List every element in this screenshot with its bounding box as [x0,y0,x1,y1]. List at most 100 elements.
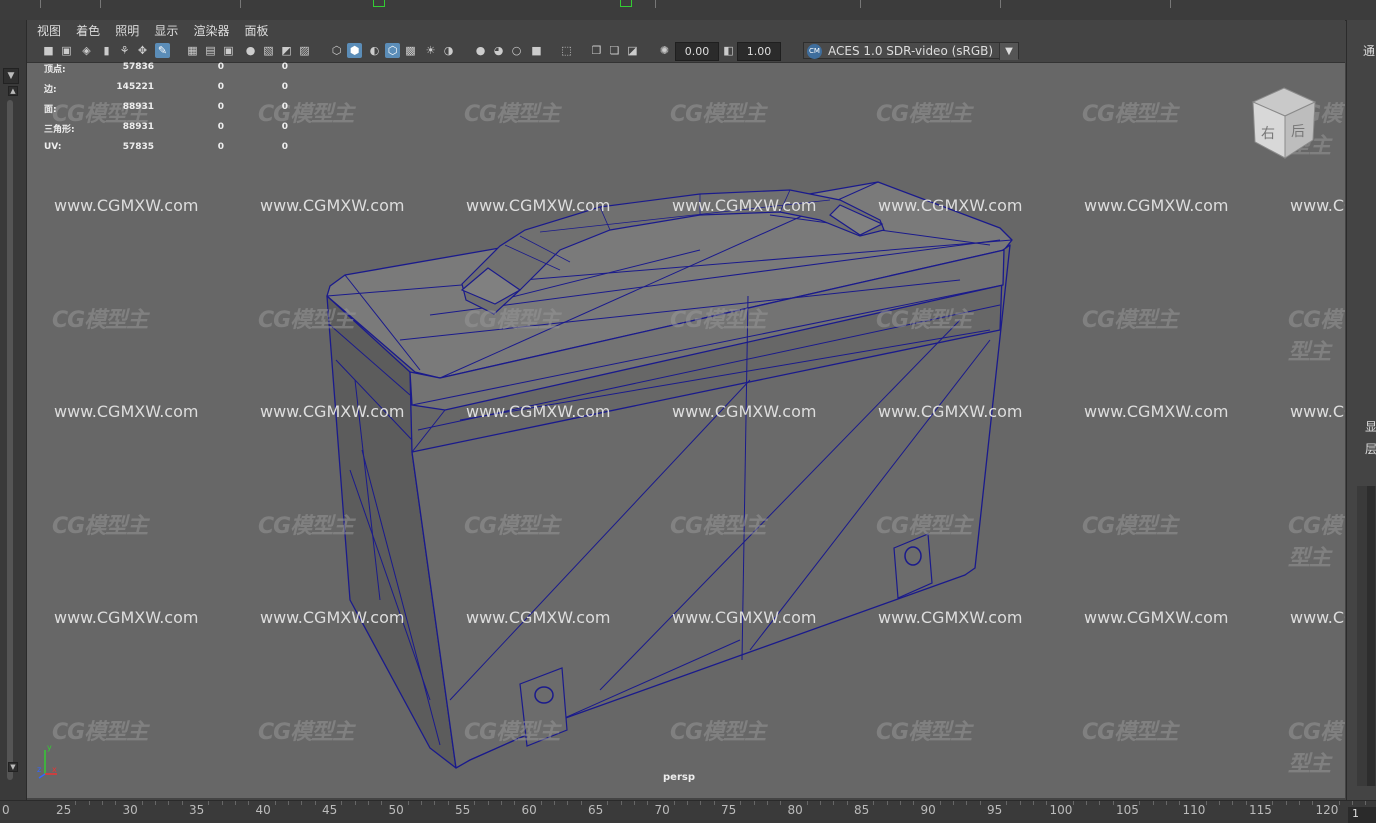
menu-lighting[interactable]: 照明 [115,21,139,41]
ruler-number: 100 [1049,803,1073,817]
safe-action-icon[interactable]: ◩ [279,43,294,58]
2d-pan-icon[interactable]: ✥ [135,43,150,58]
ruler-tick [75,801,77,805]
viewcube-face-back[interactable]: 后 [1291,124,1305,140]
ruler-number: 45 [322,803,338,817]
film-gate-icon[interactable]: ▤ [203,43,218,58]
ruler-tick [1312,801,1314,805]
current-frame-field[interactable]: 1 [1348,807,1376,823]
gamma-icon[interactable]: ◧ [721,43,736,58]
xray-joints-icon[interactable]: ❏ [607,43,622,58]
display-tab[interactable]: 显 [1365,418,1376,435]
exposure-field[interactable]: 0.00 [675,42,719,61]
suitcase-wireframe[interactable] [27,20,1345,798]
top-strip [0,0,1376,21]
left-scrollbar[interactable] [7,100,13,780]
camera-attr-icon[interactable]: ▣ [59,43,74,58]
ruler-tick [301,801,303,805]
ruler-tick [115,801,117,805]
menu-show[interactable]: 显示 [154,21,178,41]
ruler-tick [753,801,755,805]
ruler-tick [607,801,609,805]
ruler-tick [766,801,768,805]
gate-mask-icon[interactable]: ● [243,43,258,58]
isolate-icon[interactable]: ⬚ [559,43,574,58]
menu-panels[interactable]: 面板 [245,21,269,41]
ruler-number: 105 [1116,803,1139,817]
grease-pencil-icon[interactable]: ✎ [155,43,170,58]
ruler-tick [1086,801,1088,805]
xray-active-icon[interactable]: ◪ [625,43,640,58]
viewport-panel[interactable]: CG模型主 www.CGMXW.com CG模型主 www.CGMXW.com CG模型… [27,20,1345,798]
ruler-number: 85 [854,803,870,817]
top-tick [1000,0,1001,8]
anti-alias-icon[interactable]: ○ [509,43,524,58]
panel-toolbar: ■ ▣ ◈ ▮ ⚘ ✥ ✎ ▦ ▤ ▣ ● ▧ ◩ ▨ ⬡ ⬢ ◐ ⬡ ▩ ☀ … [27,40,1345,63]
layer-tab[interactable]: 层 [1365,440,1376,457]
ruler-tick [687,801,689,805]
color-management-icon[interactable]: CM [807,44,822,59]
ruler-tick [1365,801,1367,805]
ruler-tick [979,801,981,805]
image-plane-icon[interactable]: ⚘ [117,43,132,58]
camera-icon[interactable]: ■ [41,43,56,58]
default-material-icon[interactable]: ◐ [367,43,382,58]
field-chart-icon[interactable]: ▧ [261,43,276,58]
ruler-tick [833,801,835,805]
xray-icon[interactable]: ❐ [589,43,604,58]
right-panel: 通 显 层 [1346,20,1376,800]
range-marker [373,0,385,7]
bookmark-icon[interactable]: ▮ [99,43,114,58]
textured-icon[interactable]: ▩ [403,43,418,58]
shadow-icon[interactable]: ◑ [441,43,456,58]
view-cube[interactable]: 右 后 [1249,86,1319,160]
collapse-icon[interactable]: ▼ [3,68,19,84]
ruler-number: 25 [56,803,72,817]
ruler-tick [421,801,423,805]
ruler-tick [234,801,236,805]
gamma-field[interactable]: 1.00 [737,42,781,61]
left-toolbox: ▼ ▲ ▼ [0,20,27,800]
ruler-tick [288,801,290,805]
safe-title-icon[interactable]: ▨ [297,43,312,58]
depth-of-field-icon[interactable]: ■ [529,43,544,58]
motion-blur-icon[interactable]: ◕ [491,43,506,58]
menu-renderer[interactable]: 渲染器 [193,21,229,41]
ruler-tick [514,801,516,805]
ruler-tick [1272,801,1274,805]
ruler-number: 90 [920,803,936,817]
smooth-shade-icon[interactable]: ⬢ [347,43,362,58]
scroll-down-icon[interactable]: ▼ [8,762,18,772]
wireframe-on-shaded-icon[interactable]: ⬡ [385,43,400,58]
ruler-tick [846,801,848,805]
color-space-dropdown[interactable]: CM ACES 1.0 SDR-video (sRGB) ▼ [803,42,1019,60]
ruler-tick [88,801,90,805]
exposure-icon[interactable]: ✺ [657,43,672,58]
wireframe-icon[interactable]: ⬡ [329,43,344,58]
ruler-tick [248,801,250,805]
menu-view[interactable]: 视图 [37,21,61,41]
right-scrollbar[interactable] [1367,486,1375,786]
menu-shading[interactable]: 着色 [76,21,100,41]
ruler-tick [1112,801,1114,805]
time-slider[interactable]: 0 1 25 30 35 40 45 50 55 60 65 70 75 80 85 90 95 100 105… [0,800,1376,823]
scroll-up-icon[interactable]: ▲ [8,86,18,96]
grid-icon[interactable]: ▦ [185,43,200,58]
chevron-down-icon[interactable]: ▼ [999,43,1018,60]
resolution-gate-icon[interactable]: ▣ [221,43,236,58]
channel-box-tab[interactable]: 通 [1363,42,1375,59]
viewcube-face-right[interactable]: 右 [1261,126,1275,142]
screen-space-ao-icon[interactable]: ● [473,43,488,58]
ruler-number: 115 [1249,803,1272,817]
ruler-number: 55 [455,803,471,817]
ruler-tick [155,801,157,805]
ruler-tick [1099,801,1101,805]
ruler-tick [713,801,715,805]
camera-bookmark-icon[interactable]: ◈ [79,43,94,58]
ruler-number: 120 [1315,803,1339,817]
ruler-tick [1179,801,1181,805]
ruler-tick [567,801,569,805]
ruler-tick [1152,801,1154,805]
ruler-tick [966,801,968,805]
lighting-icon[interactable]: ☀ [423,43,438,58]
